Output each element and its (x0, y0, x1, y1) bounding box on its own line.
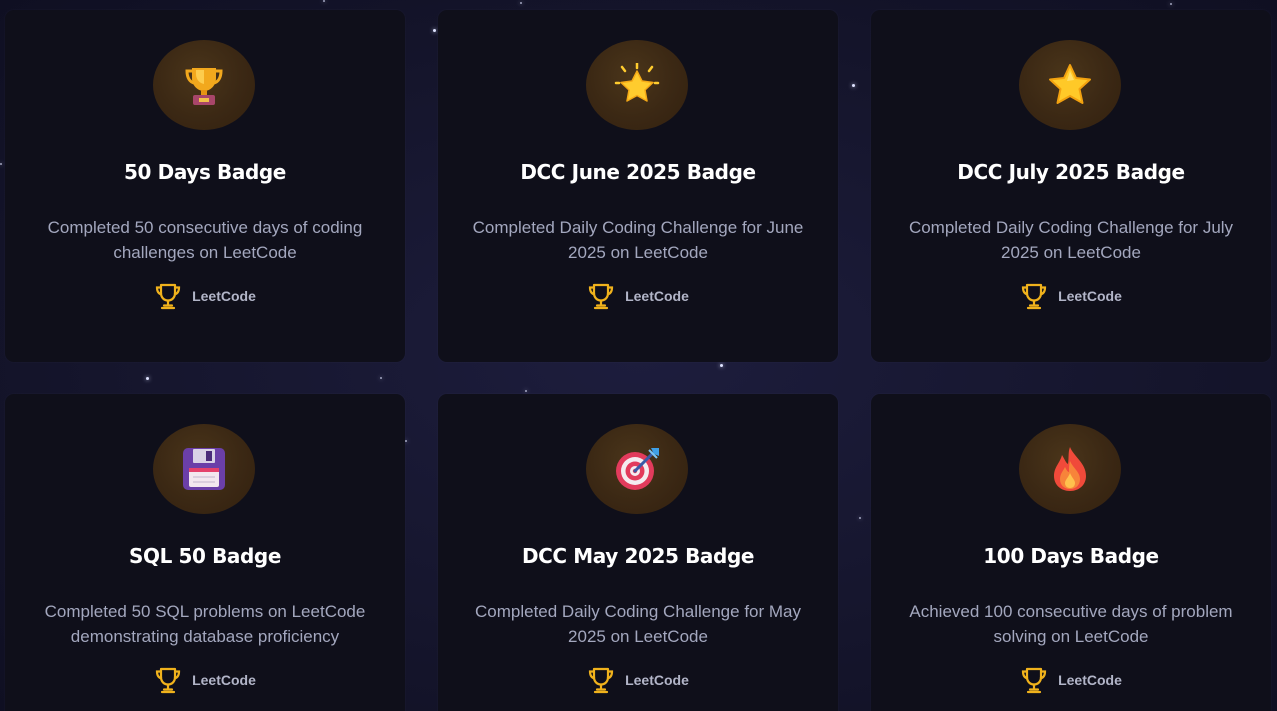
badge-title: DCC June 2025 Badge (520, 160, 756, 184)
bullseye-icon (613, 446, 661, 492)
badge-card: SQL 50 Badge Completed 50 SQL problems o… (5, 394, 405, 711)
glowing-star-icon (614, 63, 660, 107)
badge-title: 50 Days Badge (124, 160, 286, 184)
trophy-outline-icon (1020, 282, 1048, 310)
floppy-disk-icon (181, 446, 227, 492)
badge-card: DCC June 2025 Badge Completed Daily Codi… (438, 10, 838, 362)
badge-icon-circle (1019, 424, 1121, 514)
badge-source-label: LeetCode (192, 672, 256, 688)
badge-description: Completed Daily Coding Challenge for May… (475, 602, 801, 646)
trophy-icon (184, 64, 224, 106)
badge-description: Completed 50 consecutive days of coding … (47, 218, 363, 262)
badge-card: 100 Days Badge Achieved 100 consecutive … (871, 394, 1271, 711)
trophy-outline-icon (154, 666, 182, 694)
badge-source: LeetCode (871, 666, 1271, 694)
badge-description: Completed 50 SQL problems on LeetCode de… (44, 602, 366, 646)
badge-description: Achieved 100 consecutive days of problem… (909, 602, 1233, 646)
badge-title: DCC July 2025 Badge (957, 160, 1185, 184)
badge-source: LeetCode (438, 282, 838, 310)
badge-source: LeetCode (5, 666, 405, 694)
badge-title: 100 Days Badge (983, 544, 1159, 568)
trophy-outline-icon (154, 282, 182, 310)
trophy-outline-icon (587, 282, 615, 310)
badge-description: Completed Daily Coding Challenge for Jul… (908, 218, 1234, 262)
badge-title: SQL 50 Badge (128, 544, 282, 568)
badge-source-label: LeetCode (625, 288, 689, 304)
badge-icon-circle (586, 424, 688, 514)
star (0, 163, 2, 165)
badge-card: DCC July 2025 Badge Completed Daily Codi… (871, 10, 1271, 362)
badge-description: Completed Daily Coding Challenge for Jun… (472, 218, 804, 262)
badge-icon-circle (586, 40, 688, 130)
badge-source-label: LeetCode (625, 672, 689, 688)
badge-card: DCC May 2025 Badge Completed Daily Codin… (438, 394, 838, 711)
badge-source-label: LeetCode (1058, 288, 1122, 304)
star (323, 0, 325, 2)
badge-card: 50 Days Badge Completed 50 consecutive d… (5, 10, 405, 362)
star (520, 2, 522, 4)
badge-source: LeetCode (438, 666, 838, 694)
badge-icon-circle (153, 424, 255, 514)
badge-icon-circle (153, 40, 255, 130)
trophy-outline-icon (1020, 666, 1048, 694)
star-icon (1047, 63, 1093, 107)
badge-source: LeetCode (871, 282, 1271, 310)
badge-source-label: LeetCode (1058, 672, 1122, 688)
badge-icon-circle (1019, 40, 1121, 130)
badge-source-label: LeetCode (192, 288, 256, 304)
star (1170, 3, 1172, 5)
fire-icon (1050, 445, 1090, 493)
badge-title: DCC May 2025 Badge (521, 544, 755, 568)
badge-source: LeetCode (5, 282, 405, 310)
badges-grid: 50 Days Badge Completed 50 consecutive d… (5, 10, 1271, 711)
trophy-outline-icon (587, 666, 615, 694)
